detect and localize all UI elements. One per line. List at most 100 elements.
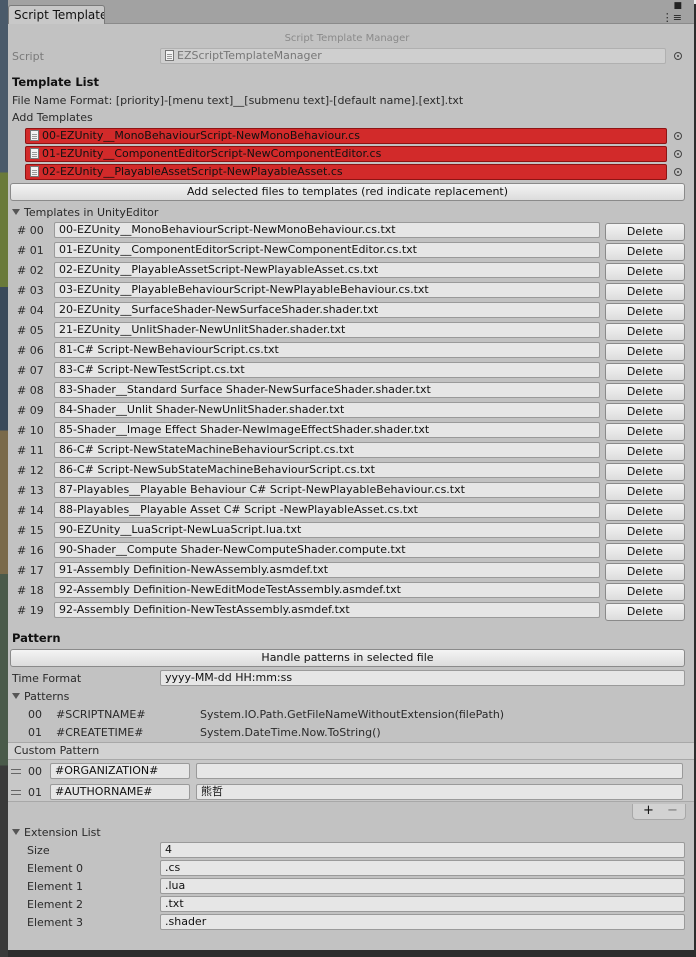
template-name-field[interactable]: 91-Assembly Definition-NewAssembly.asmde… (54, 562, 600, 578)
handle-patterns-button[interactable]: Handle patterns in selected file (10, 649, 685, 667)
template-name-field[interactable]: 85-Shader__Image Effect Shader-NewImageE… (54, 422, 600, 438)
delete-button[interactable]: Delete (605, 403, 685, 421)
template-name-field[interactable]: 88-Playables__Playable Asset C# Script -… (54, 502, 600, 518)
template-name-field[interactable]: 87-Playables__Playable Behaviour C# Scri… (54, 482, 600, 498)
add-templates-label: Add Templates (12, 111, 93, 124)
template-index: # 07 (17, 364, 44, 377)
script-field: EZScriptTemplateManager (160, 48, 666, 64)
window-menu-icon[interactable]: ⋮≡ (662, 11, 682, 24)
delete-button[interactable]: Delete (605, 603, 685, 621)
pattern-index: 00 (28, 708, 42, 721)
pattern-index: 01 (28, 726, 42, 739)
delete-button[interactable]: Delete (605, 463, 685, 481)
template-index: # 05 (17, 324, 44, 337)
template-name-field[interactable]: 90-Shader__Compute Shader-NewComputeShad… (54, 542, 600, 558)
custom-pattern-list: 00 #ORGANIZATION# 01 #AUTHORNAME# 熊哲 (8, 760, 694, 802)
custom-pattern-index: 01 (28, 786, 42, 799)
extension-element-input[interactable]: .cs (160, 860, 685, 876)
add-template-file-field[interactable]: 01-EZUnity__ComponentEditorScript-NewCom… (25, 146, 667, 162)
patterns-foldout[interactable]: Patterns (12, 690, 69, 703)
object-picker-icon[interactable] (674, 168, 682, 176)
extension-element-input[interactable]: .txt (160, 896, 685, 912)
patterns-label: Patterns (24, 690, 70, 703)
extension-list-foldout[interactable]: Extension List (12, 826, 101, 839)
object-picker-icon[interactable] (674, 132, 682, 140)
delete-button[interactable]: Delete (605, 423, 685, 441)
delete-button[interactable]: Delete (605, 223, 685, 241)
pattern-heading: Pattern (12, 631, 61, 645)
extension-element-label: Element 3 (27, 916, 84, 929)
add-template-file-field[interactable]: 00-EZUnity__MonoBehaviourScript-NewMonoB… (25, 128, 667, 144)
add-template-file-name: 02-EZUnity__PlayableAssetScript-NewPlaya… (42, 165, 343, 178)
template-name-field[interactable]: 83-Shader__Standard Surface Shader-NewSu… (54, 382, 600, 398)
pattern-value: System.IO.Path.GetFileNameWithoutExtensi… (200, 708, 505, 721)
template-name-field[interactable]: 83-C# Script-NewTestScript.cs.txt (54, 362, 600, 378)
extension-size-label: Size (27, 844, 50, 857)
background-window-strip (0, 0, 8, 957)
template-name-field[interactable]: 90-EZUnity__LuaScript-NewLuaScript.lua.t… (54, 522, 600, 538)
template-name-field[interactable]: 21-EZUnity__UnlitShader-NewUnlitShader.s… (54, 322, 600, 338)
delete-button[interactable]: Delete (605, 563, 685, 581)
add-template-file-field[interactable]: 02-EZUnity__PlayableAssetScript-NewPlaya… (25, 164, 667, 180)
template-index: # 11 (17, 444, 44, 457)
template-name-field[interactable]: 02-EZUnity__PlayableAssetScript-NewPlaya… (54, 262, 600, 278)
delete-button[interactable]: Delete (605, 583, 685, 601)
template-name-field[interactable]: 86-C# Script-NewSubStateMachineBehaviour… (54, 462, 600, 478)
template-name-field[interactable]: 81-C# Script-NewBehaviourScript.cs.txt (54, 342, 600, 358)
template-name-field[interactable]: 92-Assembly Definition-NewEditModeTestAs… (54, 582, 600, 598)
custom-pattern-header: Custom Pattern (8, 742, 694, 760)
template-index: # 08 (17, 384, 44, 397)
template-list-heading: Template List (12, 75, 99, 89)
extension-element-input[interactable]: .lua (160, 878, 685, 894)
delete-button[interactable]: Delete (605, 343, 685, 361)
template-index: # 03 (17, 284, 44, 297)
delete-button[interactable]: Delete (605, 483, 685, 501)
delete-button[interactable]: Delete (605, 283, 685, 301)
object-picker-icon[interactable] (674, 150, 682, 158)
delete-button[interactable]: Delete (605, 363, 685, 381)
remove-element-button[interactable]: − (667, 804, 678, 818)
extension-element-input[interactable]: .shader (160, 914, 685, 930)
template-name-field[interactable]: 20-EZUnity__SurfaceShader-NewSurfaceShad… (54, 302, 600, 318)
delete-button[interactable]: Delete (605, 523, 685, 541)
script-field-value: EZScriptTemplateManager (177, 49, 322, 62)
template-index: # 17 (17, 564, 44, 577)
extension-size-input[interactable]: 4 (160, 842, 685, 858)
delete-button[interactable]: Delete (605, 303, 685, 321)
template-index: # 18 (17, 584, 44, 597)
object-picker-icon[interactable] (674, 52, 682, 60)
delete-button[interactable]: Delete (605, 543, 685, 561)
template-index: # 14 (17, 504, 44, 517)
template-name-field[interactable]: 86-C# Script-NewStateMachineBehaviourScr… (54, 442, 600, 458)
add-selected-files-button[interactable]: Add selected files to templates (red ind… (10, 183, 685, 201)
tab-script-template[interactable]: Script Template (8, 5, 105, 24)
template-name-field[interactable]: 00-EZUnity__MonoBehaviourScript-NewMonoB… (54, 222, 600, 238)
lock-icon[interactable]: ■ (673, 1, 682, 11)
delete-button[interactable]: Delete (605, 243, 685, 261)
delete-button[interactable]: Delete (605, 443, 685, 461)
tab-bar: Script Template ■ ⋮≡ (8, 0, 694, 24)
template-name-field[interactable]: 03-EZUnity__PlayableBehaviourScript-NewP… (54, 282, 600, 298)
custom-pattern-key-input[interactable]: #AUTHORNAME# (50, 784, 190, 800)
template-index: # 19 (17, 604, 44, 617)
custom-pattern-index: 00 (28, 765, 42, 778)
drag-handle-icon[interactable] (11, 790, 21, 795)
template-name-field[interactable]: 92-Assembly Definition-NewTestAssembly.a… (54, 602, 600, 618)
delete-button[interactable]: Delete (605, 263, 685, 281)
custom-pattern-key-input[interactable]: #ORGANIZATION# (50, 763, 190, 779)
template-name-field[interactable]: 84-Shader__Unlit Shader-NewUnlitShader.s… (54, 402, 600, 418)
delete-button[interactable]: Delete (605, 323, 685, 341)
templates-in-editor-foldout[interactable]: Templates in UnityEditor (12, 206, 158, 219)
template-index: # 06 (17, 344, 44, 357)
time-format-input[interactable]: yyyy-MM-dd HH:mm:ss (160, 670, 685, 686)
template-index: # 12 (17, 464, 44, 477)
template-name-field[interactable]: 01-EZUnity__ComponentEditorScript-NewCom… (54, 242, 600, 258)
delete-button[interactable]: Delete (605, 503, 685, 521)
drag-handle-icon[interactable] (11, 769, 21, 774)
script-file-icon (165, 50, 174, 61)
add-element-button[interactable]: + (643, 804, 654, 818)
delete-button[interactable]: Delete (605, 383, 685, 401)
custom-pattern-value-input[interactable]: 熊哲 (196, 784, 683, 800)
foldout-arrow-icon (12, 829, 20, 835)
custom-pattern-value-input[interactable] (196, 763, 683, 779)
